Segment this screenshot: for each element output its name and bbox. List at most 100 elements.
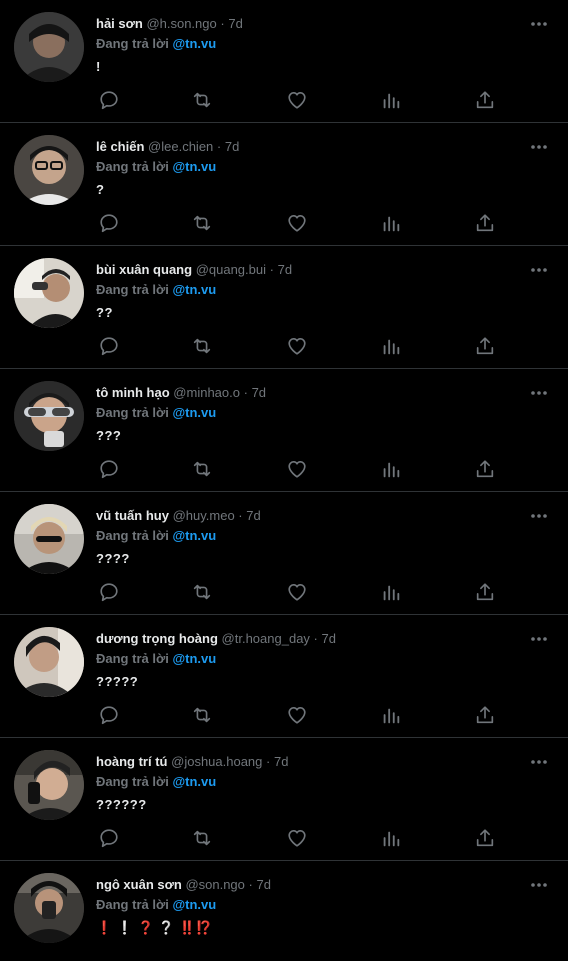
timestamp[interactable]: 7d [225,139,239,154]
reply-mention-link[interactable]: @tn.vu [172,405,216,420]
tweet-text: ? [96,182,105,197]
retweet-icon[interactable] [191,704,213,726]
reply-mention-link[interactable]: @tn.vu [172,36,216,51]
reply-feed: hải sơn @h.son.ngo · 7d Đang trả lời @tn… [0,0,568,961]
avatar[interactable] [14,750,84,820]
more-dots-icon[interactable] [530,138,548,156]
reply-tweet[interactable]: tô minh hạo @minhao.o · 7d Đang trả lời … [0,369,568,492]
views-chart-icon[interactable] [380,581,402,603]
display-name[interactable]: dương trọng hoàng [96,631,218,646]
user-handle[interactable]: @huy.meo [173,508,235,523]
tweet-actions [96,581,496,603]
reply-tweet[interactable]: hoàng trí tú @joshua.hoang · 7d Đang trả… [0,738,568,861]
retweet-icon[interactable] [191,581,213,603]
heart-icon[interactable] [286,212,308,234]
views-chart-icon[interactable] [380,458,402,480]
more-dots-icon[interactable] [530,876,548,894]
user-handle[interactable]: @son.ngo [185,877,244,892]
reply-prefix: Đang trả lời [96,528,169,543]
reply-context: Đang trả lời @tn.vu [96,282,216,297]
share-icon[interactable] [474,704,496,726]
heart-icon[interactable] [286,827,308,849]
reply-icon[interactable] [98,827,120,849]
heart-icon[interactable] [286,335,308,357]
share-icon[interactable] [474,89,496,111]
timestamp[interactable]: 7d [246,508,260,523]
timestamp[interactable]: 7d [274,754,288,769]
reply-icon[interactable] [98,458,120,480]
reply-tweet[interactable]: dương trọng hoàng @tr.hoang_day · 7d Đan… [0,615,568,738]
share-icon[interactable] [474,335,496,357]
display-name[interactable]: bùi xuân quang [96,262,192,277]
timestamp[interactable]: 7d [228,16,242,31]
user-handle[interactable]: @minhao.o [173,385,240,400]
reply-tweet[interactable]: hải sơn @h.son.ngo · 7d Đang trả lời @tn… [0,0,568,123]
share-icon[interactable] [474,827,496,849]
avatar[interactable] [14,135,84,205]
display-name[interactable]: tô minh hạo [96,385,170,400]
avatar[interactable] [14,12,84,82]
heart-icon[interactable] [286,89,308,111]
user-handle[interactable]: @lee.chien [148,139,213,154]
retweet-icon[interactable] [191,89,213,111]
user-handle[interactable]: @joshua.hoang [171,754,262,769]
retweet-icon[interactable] [191,212,213,234]
reply-mention-link[interactable]: @tn.vu [172,528,216,543]
avatar[interactable] [14,627,84,697]
timestamp[interactable]: 7d [252,385,266,400]
reply-tweet[interactable]: bùi xuân quang @quang.bui · 7d Đang trả … [0,246,568,369]
avatar[interactable] [14,381,84,451]
more-dots-icon[interactable] [530,630,548,648]
user-handle[interactable]: @tr.hoang_day [222,631,310,646]
reply-mention-link[interactable]: @tn.vu [172,897,216,912]
views-chart-icon[interactable] [380,827,402,849]
display-name[interactable]: ngô xuân sơn [96,877,182,892]
retweet-icon[interactable] [191,335,213,357]
avatar[interactable] [14,258,84,328]
user-handle[interactable]: @h.son.ngo [146,16,216,31]
views-chart-icon[interactable] [380,212,402,234]
share-icon[interactable] [474,458,496,480]
reply-tweet[interactable]: ngô xuân sơn @son.ngo · 7d Đang trả lời … [0,861,568,961]
reply-mention-link[interactable]: @tn.vu [172,282,216,297]
reply-tweet[interactable]: lê chiến @lee.chien · 7d Đang trả lời @t… [0,123,568,246]
retweet-icon[interactable] [191,458,213,480]
display-name[interactable]: lê chiến [96,139,144,154]
more-dots-icon[interactable] [530,384,548,402]
more-dots-icon[interactable] [530,507,548,525]
reply-prefix: Đang trả lời [96,651,169,666]
reply-mention-link[interactable]: @tn.vu [172,651,216,666]
share-icon[interactable] [474,581,496,603]
user-handle[interactable]: @quang.bui [196,262,266,277]
display-name[interactable]: hải sơn [96,16,143,31]
heart-icon[interactable] [286,704,308,726]
retweet-icon[interactable] [191,827,213,849]
reply-mention-link[interactable]: @tn.vu [172,774,216,789]
avatar[interactable] [14,873,84,943]
reply-context: Đang trả lời @tn.vu [96,897,216,912]
views-chart-icon[interactable] [380,704,402,726]
more-dots-icon[interactable] [530,15,548,33]
heart-icon[interactable] [286,458,308,480]
reply-mention-link[interactable]: @tn.vu [172,159,216,174]
more-dots-icon[interactable] [530,753,548,771]
reply-icon[interactable] [98,704,120,726]
timestamp[interactable]: 7d [257,877,271,892]
reply-icon[interactable] [98,581,120,603]
separator: · [266,754,271,769]
display-name[interactable]: hoàng trí tú [96,754,168,769]
timestamp[interactable]: 7d [322,631,336,646]
views-chart-icon[interactable] [380,89,402,111]
avatar[interactable] [14,504,84,574]
reply-tweet[interactable]: vũ tuấn huy @huy.meo · 7d Đang trả lời @… [0,492,568,615]
reply-prefix: Đang trả lời [96,282,169,297]
timestamp[interactable]: 7d [278,262,292,277]
reply-icon[interactable] [98,335,120,357]
reply-icon[interactable] [98,212,120,234]
more-dots-icon[interactable] [530,261,548,279]
display-name[interactable]: vũ tuấn huy [96,508,169,523]
share-icon[interactable] [474,212,496,234]
reply-icon[interactable] [98,89,120,111]
heart-icon[interactable] [286,581,308,603]
views-chart-icon[interactable] [380,335,402,357]
